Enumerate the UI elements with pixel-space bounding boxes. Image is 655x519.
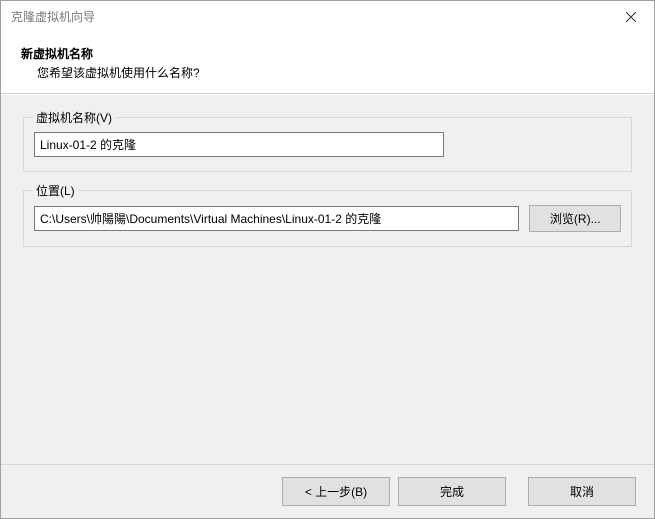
vm-name-legend: 虚拟机名称(V): [32, 109, 116, 126]
location-fieldset: 位置(L) 浏览(R)...: [23, 190, 632, 247]
vm-name-fieldset: 虚拟机名称(V): [23, 117, 632, 172]
cancel-button[interactable]: 取消: [528, 477, 636, 506]
wizard-content: 虚拟机名称(V) 位置(L) 浏览(R)...: [1, 94, 654, 464]
header-title: 新虚拟机名称: [21, 45, 634, 62]
location-row: 浏览(R)...: [34, 205, 621, 232]
vm-name-input[interactable]: [34, 132, 444, 157]
window-title: 克隆虚拟机向导: [11, 8, 608, 25]
close-icon: [626, 12, 636, 22]
location-input[interactable]: [34, 206, 519, 231]
wizard-header: 新虚拟机名称 您希望该虚拟机使用什么名称?: [1, 33, 654, 94]
location-legend: 位置(L): [32, 182, 79, 199]
browse-button[interactable]: 浏览(R)...: [529, 205, 621, 232]
button-bar: < 上一步(B) 完成 取消: [1, 464, 654, 518]
close-button[interactable]: [608, 1, 654, 33]
header-subtitle: 您希望该虚拟机使用什么名称?: [21, 64, 634, 81]
finish-button[interactable]: 完成: [398, 477, 506, 506]
back-button[interactable]: < 上一步(B): [282, 477, 390, 506]
titlebar: 克隆虚拟机向导: [1, 1, 654, 33]
